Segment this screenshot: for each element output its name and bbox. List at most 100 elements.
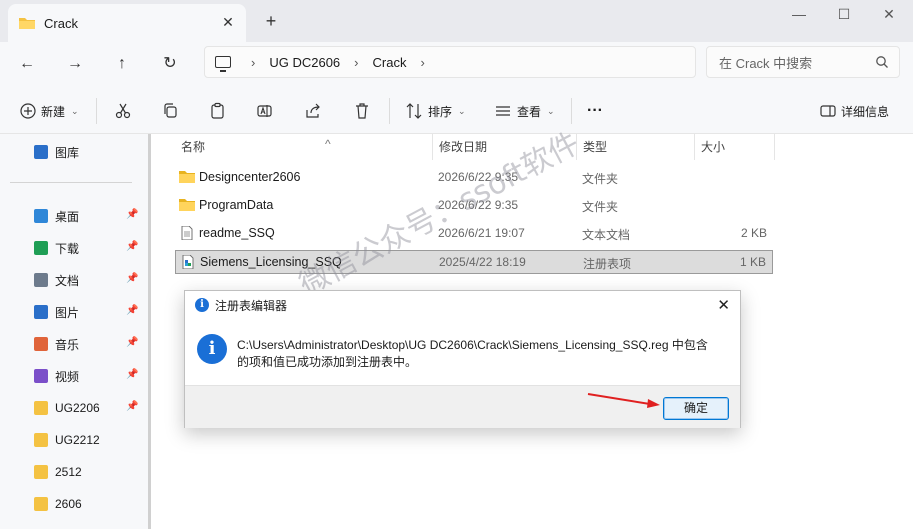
- details-label: 详细信息: [841, 104, 890, 119]
- pin-icon[interactable]: 📌: [126, 209, 138, 220]
- sidebar-item[interactable]: UG2206: [34, 398, 100, 418]
- tab-close-icon[interactable]: ✕: [220, 14, 236, 30]
- sidebar-item[interactable]: 2512: [34, 462, 82, 482]
- pin-icon[interactable]: 📌: [126, 337, 138, 348]
- sidebar-item[interactable]: UG2212: [34, 430, 100, 450]
- view-label: 查看: [517, 104, 542, 119]
- maximize-button[interactable]: ☐: [829, 4, 859, 24]
- breadcrumb-separator[interactable]: ›: [354, 55, 358, 70]
- sidebar-item-label: 2606: [55, 497, 82, 511]
- desktop-icon: [34, 209, 48, 223]
- search-placeholder: 在 Crack 中搜索: [719, 55, 813, 71]
- delete-button[interactable]: [352, 100, 372, 122]
- back-button[interactable]: ←: [15, 52, 39, 76]
- share-button[interactable]: [303, 100, 323, 122]
- file-type: 注册表项: [583, 257, 632, 271]
- dialog-close-button[interactable]: ✕: [717, 296, 730, 314]
- tab-title: Crack: [44, 15, 78, 31]
- navigation-bar: ← → ↑ ↻ › UG DC2606 › Crack › 在 Crack 中搜…: [0, 42, 913, 86]
- column-header-type[interactable]: 类型: [577, 134, 695, 160]
- file-row[interactable]: readme_SSQ 2026/6/21 19:07 文本文档 2 KB: [175, 222, 773, 246]
- file-name: readme_SSQ: [199, 226, 275, 240]
- sidebar-item[interactable]: 音乐: [34, 334, 79, 354]
- ok-button[interactable]: 确定: [663, 397, 729, 420]
- sidebar-item[interactable]: 图库: [34, 142, 79, 162]
- registry-file-icon: [182, 255, 194, 269]
- new-button[interactable]: 新建 ⌄: [18, 100, 79, 122]
- copy-icon: [164, 103, 177, 118]
- file-date: 2025/4/22 18:19: [439, 255, 526, 269]
- pin-icon[interactable]: 📌: [126, 401, 138, 412]
- pin-icon[interactable]: 📌: [126, 241, 138, 252]
- new-tab-button[interactable]: +: [262, 12, 280, 30]
- pin-icon[interactable]: 📌: [126, 273, 138, 284]
- close-window-button[interactable]: ✕: [874, 4, 904, 24]
- minimize-button[interactable]: —: [784, 4, 814, 24]
- paste-button[interactable]: [208, 100, 228, 122]
- chevron-down-icon: ⌄: [458, 105, 466, 116]
- dialog-message: C:\Users\Administrator\Desktop\UG DC2606…: [237, 338, 708, 369]
- dialog-title: 注册表编辑器: [215, 298, 288, 313]
- gallery-icon: [34, 145, 48, 159]
- file-row[interactable]: ProgramData 2026/6/22 9:35 文件夹: [175, 194, 773, 218]
- command-bar: 新建 ⌄ 排序 ⌄ 查看 ⌄ ··· 详细信息: [0, 86, 913, 134]
- column-header-name[interactable]: 名称 ^: [175, 134, 433, 160]
- folder-icon: [179, 199, 195, 211]
- sidebar-item[interactable]: 下载: [34, 238, 79, 258]
- breadcrumb-ug-dc2606[interactable]: UG DC2606: [269, 55, 340, 70]
- music-icon: [34, 337, 48, 351]
- folder-icon: [34, 433, 48, 447]
- file-type: 文本文档: [582, 228, 631, 242]
- file-row[interactable]: Siemens_Licensing_SSQ 2025/4/22 18:19 注册表项…: [175, 250, 773, 274]
- clipboard-icon: [211, 102, 224, 119]
- folder-icon: [34, 401, 48, 415]
- forward-button[interactable]: →: [63, 52, 87, 76]
- rename-button[interactable]: [255, 100, 275, 122]
- share-icon: [306, 103, 320, 118]
- sidebar-item[interactable]: 文档: [34, 270, 79, 290]
- sidebar-item-label: 图库: [55, 145, 80, 160]
- sidebar-item[interactable]: 视频: [34, 366, 79, 386]
- folder-icon: [19, 18, 35, 29]
- this-pc-icon[interactable]: [215, 56, 231, 72]
- refresh-button[interactable]: ↻: [158, 52, 182, 76]
- more-options-button[interactable]: ···: [587, 100, 603, 122]
- details-pane-button[interactable]: 详细信息: [818, 100, 889, 122]
- pin-icon[interactable]: 📌: [126, 369, 138, 380]
- column-header-date[interactable]: 修改日期: [433, 134, 577, 160]
- new-label: 新建: [41, 104, 66, 119]
- view-button[interactable]: 查看 ⌄: [493, 100, 555, 122]
- up-button[interactable]: ↑: [110, 52, 134, 76]
- details-pane-icon: [820, 105, 836, 117]
- copy-button[interactable]: [160, 100, 180, 122]
- sort-icon: [406, 103, 422, 119]
- search-icon: [876, 56, 888, 68]
- breadcrumb-crack[interactable]: Crack: [373, 55, 407, 70]
- dialog-title-bar: i 注册表编辑器 ✕: [185, 291, 740, 319]
- pin-icon[interactable]: 📌: [126, 305, 138, 316]
- cut-button[interactable]: [113, 100, 133, 122]
- sidebar-item[interactable]: 桌面: [34, 206, 79, 226]
- toolbar-divider: [96, 98, 97, 124]
- sidebar-item-label: UG2206: [55, 401, 100, 415]
- plus-circle-icon: [20, 103, 36, 119]
- sidebar-item[interactable]: 图片: [34, 302, 79, 322]
- tab-crack[interactable]: Crack ✕: [8, 4, 246, 42]
- column-header-size[interactable]: 大小: [695, 134, 775, 160]
- sidebar-item[interactable]: 2606: [34, 494, 82, 514]
- video-icon: [34, 369, 48, 383]
- file-name: ProgramData: [199, 198, 274, 212]
- sort-button[interactable]: 排序 ⌄: [404, 100, 466, 122]
- sidebar-item-label: 图片: [55, 305, 80, 320]
- file-name: Designcenter2606: [199, 170, 301, 184]
- file-type: 文件夹: [582, 200, 619, 214]
- address-bar[interactable]: › UG DC2606 › Crack ›: [204, 46, 696, 78]
- folder-icon: [34, 497, 48, 511]
- breadcrumb-separator[interactable]: ›: [251, 55, 255, 70]
- file-row[interactable]: Designcenter2606 2026/6/22 9:35 文件夹: [175, 166, 773, 190]
- search-input[interactable]: 在 Crack 中搜索: [706, 46, 900, 78]
- pictures-icon: [34, 305, 48, 319]
- dialog-body: i C:\Users\Administrator\Desktop\UG DC26…: [185, 319, 740, 385]
- toolbar-divider: [389, 98, 390, 124]
- breadcrumb-separator[interactable]: ›: [420, 55, 424, 70]
